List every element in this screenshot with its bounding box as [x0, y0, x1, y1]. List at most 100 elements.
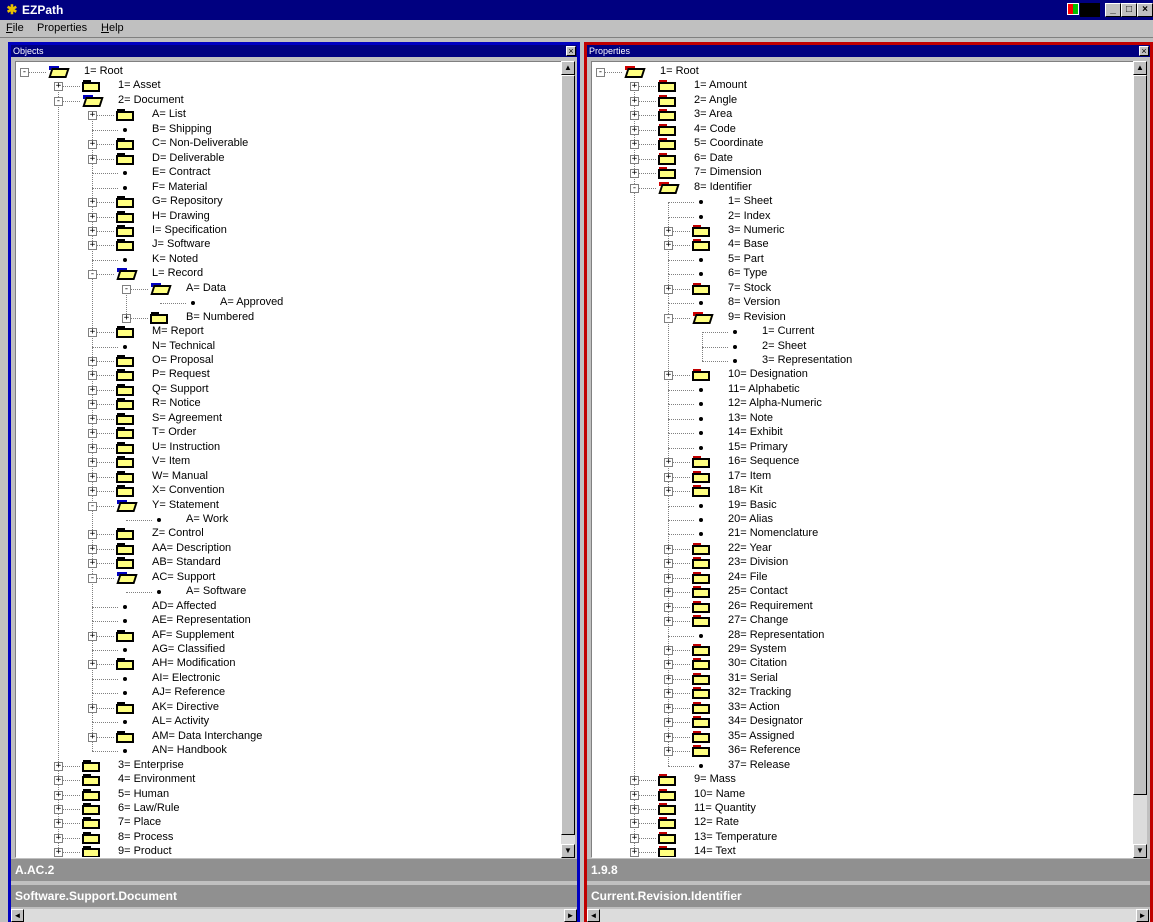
properties-vertical-scrollbar[interactable]: ▲ ▼ [1133, 61, 1147, 858]
collapse-icon[interactable]: - [630, 183, 639, 193]
scroll-down-arrow-icon[interactable]: ▼ [561, 844, 575, 858]
expand-icon[interactable]: + [630, 154, 639, 164]
objects-vertical-scrollbar[interactable]: ▲ ▼ [561, 61, 575, 858]
expand-icon[interactable]: + [630, 790, 639, 800]
expand-icon[interactable]: + [88, 559, 97, 569]
expand-icon[interactable]: + [88, 371, 97, 381]
collapse-icon[interactable]: - [122, 284, 131, 294]
expand-icon[interactable]: + [630, 169, 639, 179]
expand-icon[interactable]: + [664, 747, 673, 757]
scroll-right-arrow-icon[interactable]: ► [564, 909, 577, 922]
expand-icon[interactable]: + [664, 544, 673, 554]
expand-icon[interactable]: + [54, 790, 63, 800]
expand-icon[interactable]: + [88, 198, 97, 208]
expand-icon[interactable]: + [88, 140, 97, 150]
expand-icon[interactable]: + [54, 82, 63, 92]
tree-row[interactable] [592, 340, 1122, 354]
expand-icon[interactable]: + [630, 125, 639, 135]
scroll-up-arrow-icon[interactable]: ▲ [1133, 61, 1147, 75]
expand-icon[interactable]: + [664, 674, 673, 684]
expand-icon[interactable]: + [630, 96, 639, 106]
expand-icon[interactable]: + [88, 328, 97, 338]
expand-icon[interactable]: + [630, 819, 639, 829]
expand-icon[interactable]: + [54, 848, 63, 857]
expand-icon[interactable]: + [664, 472, 673, 482]
scroll-down-arrow-icon[interactable]: ▼ [1133, 844, 1147, 858]
collapse-icon[interactable]: - [596, 68, 605, 77]
expand-icon[interactable]: + [664, 371, 673, 381]
objects-horizontal-scrollbar[interactable]: ◄ ► [11, 909, 577, 922]
expand-icon[interactable]: + [122, 313, 131, 323]
expand-icon[interactable]: + [88, 487, 97, 497]
expand-icon[interactable]: + [630, 82, 639, 92]
expand-icon[interactable]: + [664, 732, 673, 742]
properties-horizontal-scrollbar[interactable]: ◄ ► [587, 909, 1150, 922]
expand-icon[interactable]: + [664, 617, 673, 627]
expand-icon[interactable]: + [88, 703, 97, 713]
tree-row[interactable] [16, 311, 546, 325]
expand-icon[interactable]: + [664, 689, 673, 699]
expand-icon[interactable]: + [630, 140, 639, 150]
properties-tree[interactable]: - 1= Root +1= Amount +2= Angle +3= Area +4= C… [591, 61, 1147, 858]
expand-icon[interactable]: + [88, 357, 97, 366]
scroll-up-arrow-icon[interactable]: ▲ [561, 61, 575, 75]
tree-row[interactable] [16, 513, 546, 527]
expand-icon[interactable]: + [630, 804, 639, 814]
expand-icon[interactable]: + [664, 646, 673, 655]
expand-icon[interactable]: + [630, 848, 639, 857]
tree-row[interactable] [16, 282, 546, 296]
tree-row[interactable] [592, 354, 1122, 368]
collapse-icon[interactable]: - [88, 270, 97, 280]
expand-icon[interactable]: + [88, 530, 97, 540]
expand-icon[interactable]: + [88, 660, 97, 670]
scroll-right-arrow-icon[interactable]: ► [1136, 909, 1149, 922]
expand-icon[interactable]: + [664, 588, 673, 598]
menu-file[interactable]: File [6, 22, 24, 34]
expand-icon[interactable]: + [88, 212, 97, 222]
expand-icon[interactable]: + [664, 559, 673, 569]
expand-icon[interactable]: + [88, 400, 97, 410]
expand-icon[interactable]: + [664, 226, 673, 236]
collapse-icon[interactable]: - [54, 96, 63, 106]
expand-icon[interactable]: + [664, 487, 673, 497]
expand-icon[interactable]: + [630, 111, 639, 121]
menu-help[interactable]: Help [101, 22, 124, 34]
ezpath-icon[interactable]: ✱ [4, 2, 20, 18]
expand-icon[interactable]: + [88, 631, 97, 641]
expand-icon[interactable]: + [88, 111, 97, 121]
expand-icon[interactable]: + [664, 284, 673, 294]
minimize-button[interactable]: _ [1105, 3, 1121, 17]
tree-row[interactable] [16, 585, 546, 599]
tray-icon[interactable] [1067, 3, 1079, 15]
expand-icon[interactable]: + [54, 833, 63, 843]
expand-icon[interactable]: + [664, 703, 673, 713]
collapse-icon[interactable]: - [664, 313, 673, 323]
expand-icon[interactable]: + [630, 833, 639, 843]
expand-icon[interactable]: + [88, 544, 97, 554]
expand-icon[interactable]: + [54, 761, 63, 771]
expand-icon[interactable]: + [664, 602, 673, 612]
collapse-icon[interactable]: - [88, 573, 97, 583]
expand-icon[interactable]: + [54, 776, 63, 786]
expand-icon[interactable]: + [54, 804, 63, 814]
expand-icon[interactable]: + [88, 429, 97, 439]
scroll-left-arrow-icon[interactable]: ◄ [11, 909, 24, 922]
expand-icon[interactable]: + [88, 154, 97, 164]
objects-pane-close-button[interactable]: × [566, 46, 576, 56]
expand-icon[interactable]: + [88, 458, 97, 468]
expand-icon[interactable]: + [664, 573, 673, 583]
collapse-icon[interactable]: - [20, 68, 29, 77]
menu-properties[interactable]: Properties [37, 22, 87, 34]
expand-icon[interactable]: + [88, 443, 97, 453]
properties-scroll-thumb[interactable] [1133, 75, 1147, 795]
expand-icon[interactable]: + [630, 776, 639, 786]
expand-icon[interactable]: + [88, 732, 97, 742]
expand-icon[interactable]: + [88, 472, 97, 482]
objects-scroll-thumb[interactable] [561, 75, 575, 835]
scroll-left-arrow-icon[interactable]: ◄ [587, 909, 600, 922]
expand-icon[interactable]: + [88, 414, 97, 424]
maximize-button[interactable]: □ [1121, 3, 1137, 17]
expand-icon[interactable]: + [664, 660, 673, 670]
expand-icon[interactable]: + [88, 226, 97, 236]
expand-icon[interactable]: + [54, 819, 63, 829]
